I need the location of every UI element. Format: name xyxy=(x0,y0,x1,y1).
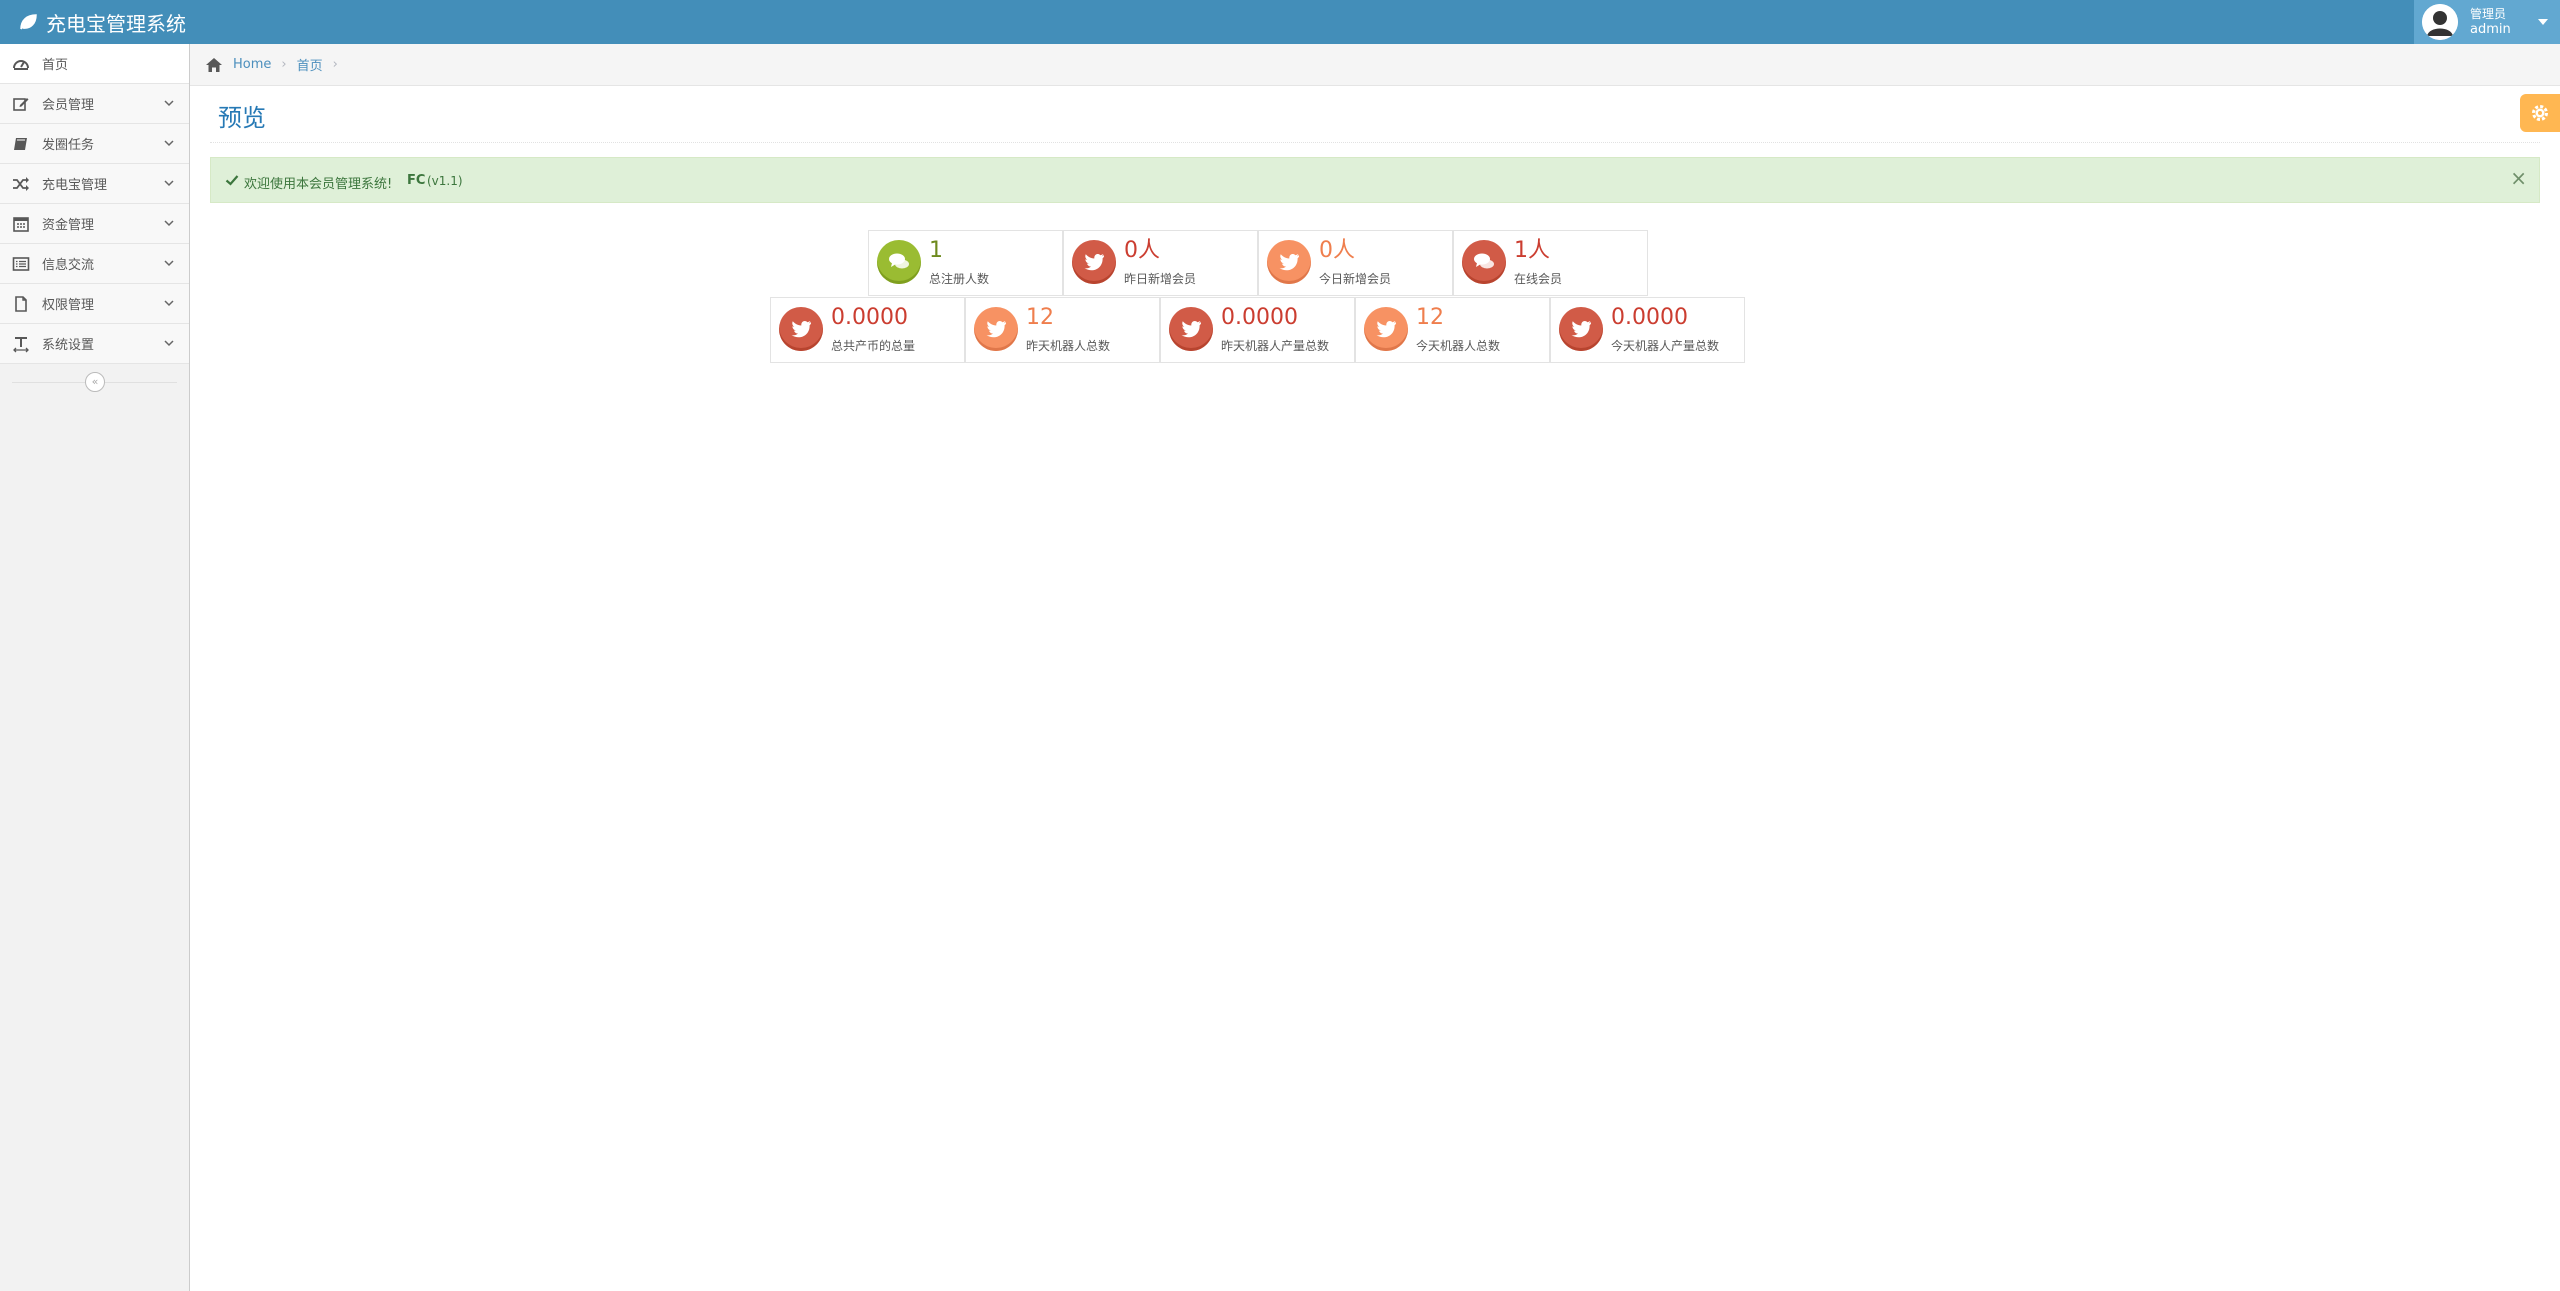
stat-box: 0.0000 总共产币的总量 xyxy=(770,297,965,363)
file-icon xyxy=(12,295,30,313)
stat-value: 0人 xyxy=(1319,238,1355,263)
sidebar-item-funds[interactable]: 资金管理 xyxy=(0,204,189,244)
user-role: 管理员 xyxy=(2470,7,2507,21)
sidebar: 首页 会员管理 发圈任务 充电宝管理 资金管理 信息交流 权限管理 系统设置 « xyxy=(0,44,190,1291)
twitter-icon xyxy=(779,307,823,351)
sidebar-item-tasks[interactable]: 发圈任务 xyxy=(0,124,189,164)
gear-icon xyxy=(2532,105,2548,121)
sidebar-item-powerbank[interactable]: 充电宝管理 xyxy=(0,164,189,204)
twitter-icon xyxy=(1267,240,1311,284)
sidebar-item-label: 会员管理 xyxy=(42,98,95,113)
sidebar-item-messages[interactable]: 信息交流 xyxy=(0,244,189,284)
stat-value: 1人 xyxy=(1514,238,1550,263)
breadcrumb-home-link[interactable]: Home xyxy=(233,57,271,72)
leaf-icon xyxy=(18,12,38,32)
stat-box: 0.0000 今天机器人产量总数 xyxy=(1550,297,1745,363)
stat-box: 1人 在线会员 xyxy=(1453,230,1648,296)
sidebar-item-label: 资金管理 xyxy=(42,218,95,233)
ace-settings-button[interactable] xyxy=(2520,94,2560,132)
chevron-down-icon xyxy=(163,177,175,189)
stat-label: 今天机器人总数 xyxy=(1416,339,1501,353)
sidebar-item-label: 充电宝管理 xyxy=(42,178,108,193)
breadcrumb-separator: › xyxy=(281,57,287,72)
sidebar-item-label: 首页 xyxy=(42,58,69,73)
close-icon[interactable]: × xyxy=(2510,168,2527,188)
chevron-down-icon xyxy=(163,217,175,229)
chevron-down-icon xyxy=(163,97,175,109)
sidebar-item-settings[interactable]: 系统设置 xyxy=(0,324,189,364)
alert-message: 欢迎使用本会员管理系统! xyxy=(244,177,393,192)
sidebar-item-permissions[interactable]: 权限管理 xyxy=(0,284,189,324)
shuffle-icon xyxy=(12,175,30,193)
user-menu[interactable]: 管理员 admin xyxy=(2414,0,2560,44)
dashboard-icon xyxy=(12,55,30,73)
sidebar-collapse-button[interactable]: « xyxy=(85,372,105,392)
alert-version: (v1.1) xyxy=(427,174,463,188)
page-title: 预览 xyxy=(218,104,266,132)
stat-value: 0.0000 xyxy=(1611,305,1688,330)
stat-value: 12 xyxy=(1026,305,1054,330)
stat-label: 今日新增会员 xyxy=(1319,272,1392,286)
sidebar-item-label: 权限管理 xyxy=(42,298,95,313)
breadcrumb-separator: › xyxy=(332,57,338,72)
top-navbar: 充电宝管理系统 管理员 admin xyxy=(0,0,2560,44)
stat-box: 1 总注册人数 xyxy=(868,230,1063,296)
stat-box: 12 今天机器人总数 xyxy=(1355,297,1550,363)
stat-label: 昨天机器人总数 xyxy=(1026,339,1111,353)
brand[interactable]: 充电宝管理系统 xyxy=(18,0,186,44)
stat-label: 在线会员 xyxy=(1514,272,1563,286)
sidebar-item-label: 发圈任务 xyxy=(42,138,95,153)
stat-label: 总共产币的总量 xyxy=(831,339,916,353)
page-header: 预览 xyxy=(210,92,2540,143)
stat-value: 1 xyxy=(929,238,943,263)
home-icon xyxy=(205,57,223,73)
comments-icon xyxy=(877,240,921,284)
stat-label: 总注册人数 xyxy=(929,272,990,286)
avatar xyxy=(2422,4,2458,40)
breadcrumb-current-link[interactable]: 首页 xyxy=(297,55,323,74)
stat-label: 今天机器人产量总数 xyxy=(1611,339,1720,353)
chevron-down-icon xyxy=(163,297,175,309)
app-title: 充电宝管理系统 xyxy=(46,11,186,36)
chevron-down-icon xyxy=(163,257,175,269)
sidebar-item-home[interactable]: 首页 xyxy=(0,44,189,84)
stat-box: 12 昨天机器人总数 xyxy=(965,297,1160,363)
twitter-icon xyxy=(1559,307,1603,351)
stat-box: 0人 昨日新增会员 xyxy=(1063,230,1258,296)
caret-down-icon xyxy=(2538,19,2548,25)
stat-box: 0人 今日新增会员 xyxy=(1258,230,1453,296)
stat-value: 0.0000 xyxy=(831,305,908,330)
user-name: admin xyxy=(2470,22,2511,37)
alert-brand: FC xyxy=(407,173,426,188)
sidebar-collapse-row: « xyxy=(0,364,189,400)
edit-icon xyxy=(12,95,30,113)
stat-label: 昨天机器人产量总数 xyxy=(1221,339,1330,353)
text-width-icon xyxy=(12,335,30,353)
stat-value: 12 xyxy=(1416,305,1444,330)
stat-value: 0人 xyxy=(1124,238,1160,263)
stat-box: 0.0000 昨天机器人产量总数 xyxy=(1160,297,1355,363)
sidebar-item-label: 系统设置 xyxy=(42,338,95,353)
sidebar-item-label: 信息交流 xyxy=(42,258,95,273)
comments-icon xyxy=(1462,240,1506,284)
stat-value: 0.0000 xyxy=(1221,305,1298,330)
chevron-down-icon xyxy=(163,337,175,349)
calendar-icon xyxy=(12,215,30,233)
stat-label: 昨日新增会员 xyxy=(1124,272,1197,286)
twitter-icon xyxy=(1169,307,1213,351)
check-icon xyxy=(225,173,239,187)
twitter-icon xyxy=(1072,240,1116,284)
welcome-alert: 欢迎使用本会员管理系统! FC (v1.1) × xyxy=(210,157,2540,203)
twitter-icon xyxy=(1364,307,1408,351)
list-alt-icon xyxy=(12,255,30,273)
book-icon xyxy=(12,135,30,153)
sidebar-item-members[interactable]: 会员管理 xyxy=(0,84,189,124)
twitter-icon xyxy=(974,307,1018,351)
chevron-down-icon xyxy=(163,137,175,149)
breadcrumb: Home › 首页 › xyxy=(190,44,2560,86)
